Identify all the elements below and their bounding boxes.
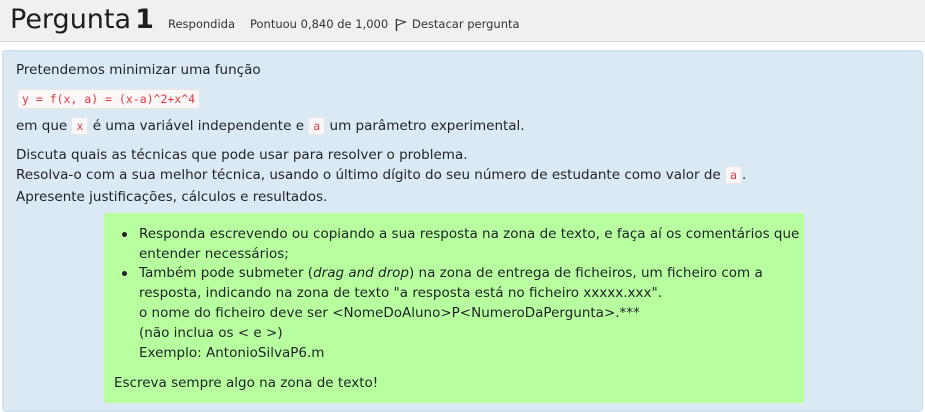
bullet2-line2: resposta, indicando na zona de texto "a …: [139, 285, 662, 301]
variables-text-a: em que: [16, 118, 68, 134]
instructions-box: Responda escrevendo ou copiando a sua re…: [104, 213, 804, 403]
question-status: Respondida: [168, 17, 236, 31]
question-title: Pergunta 1: [10, 4, 154, 36]
flag-question-link[interactable]: Destacar pergunta: [412, 17, 520, 31]
bullet2-text-b: ) na zona de entrega de ficheiros, um fi…: [408, 265, 763, 281]
question-grade: Pontuou 0,840 de 1,000: [250, 17, 389, 31]
bullet2-line3: o nome do ficheiro deve ser <NomeDoAluno…: [139, 305, 640, 321]
flag-icon[interactable]: [395, 18, 407, 31]
bullet2-text-a: Também pode submeter (: [139, 265, 314, 281]
var-a-code: a: [308, 117, 326, 135]
bullet-2: [122, 271, 127, 276]
question-number: 1: [135, 4, 154, 35]
bullet2-line5: Exemplo: AntonioSilvaP6.m: [139, 345, 325, 361]
bullet2-line4: (não inclua os < e >): [139, 325, 283, 341]
formula-code: y = f(x, a) = (x-a)^2+x^4: [17, 89, 201, 109]
bullet1-line2: entender necessários;: [139, 246, 289, 262]
solve-line: Resolva-o com a sua melhor técnica, usan…: [16, 166, 746, 184]
bullet-1: [122, 232, 127, 237]
variables-text-b: é uma variável independente e: [92, 118, 304, 134]
question-header: Pergunta 1 Respondida Pontuou 0,840 de 1,…: [0, 0, 925, 42]
question-title-prefix: Pergunta: [10, 4, 132, 35]
solve-period: .: [741, 167, 747, 183]
discuss-text: Discuta quais as técnicas que pode usar …: [16, 147, 468, 163]
instructions-footer: Escreva sempre algo na zona de texto!: [114, 375, 379, 391]
solve-var-a-code: a: [725, 166, 742, 184]
bullet2-line1: Também pode submeter (drag and drop) na …: [139, 264, 763, 282]
bullet1-line1: Responda escrevendo ou copiando a sua re…: [139, 226, 800, 242]
variables-line: em que x é uma variável independente e a…: [16, 117, 525, 135]
bullet2-emphasis: drag and drop: [313, 265, 409, 281]
present-text: Apresente justificações, cálculos e resu…: [16, 189, 328, 205]
variables-text-c: um parâmetro experimental.: [329, 118, 525, 134]
intro-text: Pretendemos minimizar uma função: [16, 62, 261, 78]
solve-text: Resolva-o com a sua melhor técnica, usan…: [16, 167, 721, 183]
var-x-code: x: [71, 117, 89, 135]
